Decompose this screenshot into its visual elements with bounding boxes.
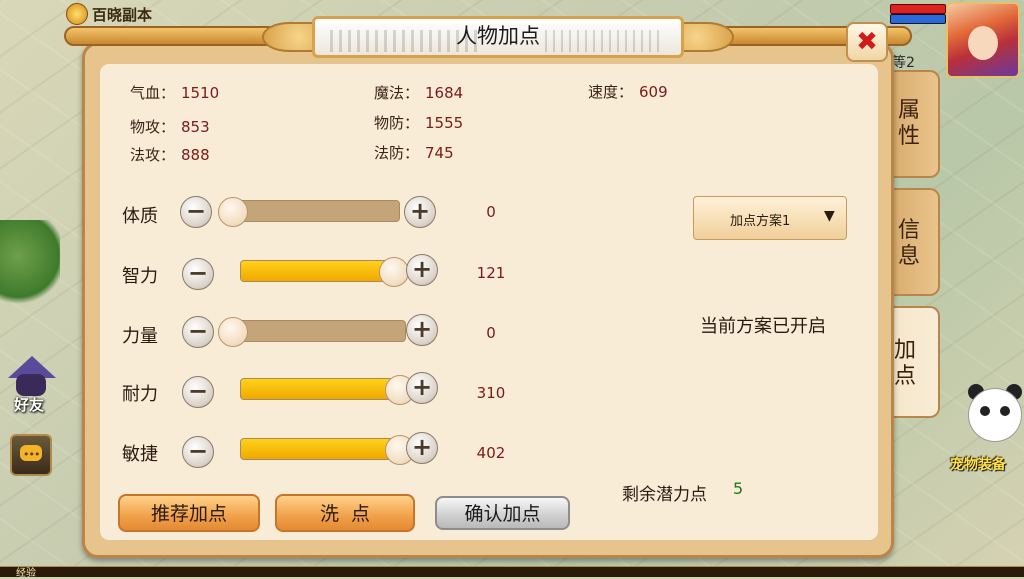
attr-strength-slider-track[interactable] <box>226 320 406 342</box>
panda-eye <box>1000 406 1010 416</box>
minus-icon: − <box>187 437 209 465</box>
attr-agility-label: 敏捷 <box>122 444 158 465</box>
stat-magic-defense-label: 法防： <box>374 144 420 162</box>
friend-avatar-icon <box>16 374 46 396</box>
attr-strength-label: 力量 <box>122 326 158 347</box>
reset-points-button[interactable]: 洗 点 <box>275 494 415 532</box>
attr-strength-minus-button[interactable]: − <box>182 316 214 348</box>
chat-button[interactable]: ••• <box>10 434 52 476</box>
attr-intelligence-minus-button[interactable]: − <box>182 258 214 290</box>
stat-hp: 气血： 1510 <box>130 82 219 103</box>
minus-icon: − <box>187 259 209 287</box>
cloud-ornament-left <box>262 22 316 52</box>
attr-intelligence-value: 121 <box>476 264 506 282</box>
stat-physical-defense-value: 1555 <box>425 114 464 132</box>
player-mp-bar <box>890 14 946 24</box>
attr-agility-slider-fill <box>241 439 403 459</box>
close-button[interactable]: ✖ <box>846 22 888 62</box>
attr-endurance-slider-fill <box>241 379 403 399</box>
attr-constitution-label: 体质 <box>122 206 158 227</box>
pet-equipment-label[interactable]: 宠物装备 <box>950 454 1006 474</box>
dungeon-label: 百晓副本 <box>92 5 153 24</box>
plus-icon: + <box>409 197 431 225</box>
point-plan-selected: 加点方案1 <box>730 214 791 229</box>
attr-endurance-label: 耐力 <box>122 384 158 405</box>
panda-body <box>968 388 1022 442</box>
remaining-points-label: 剩余潜力点 <box>622 485 707 505</box>
stat-physical-attack-value: 853 <box>181 118 210 136</box>
attr-constitution-plus-button[interactable]: + <box>404 196 436 228</box>
attr-endurance-slider-track[interactable] <box>240 378 404 400</box>
remaining-points-value: 5 <box>733 479 744 498</box>
stat-magic-attack-value: 888 <box>181 146 210 164</box>
dropdown-triangle-icon: ▼ <box>824 208 835 224</box>
stat-magic-defense-value: 745 <box>425 144 454 162</box>
attr-agility-value: 402 <box>476 444 506 462</box>
experience-bar <box>0 566 1024 577</box>
attr-constitution-slider-knob[interactable] <box>218 197 248 227</box>
minus-icon: − <box>185 197 207 225</box>
point-plan-dropdown[interactable]: 加点方案1 ▼ <box>693 196 847 240</box>
stat-physical-defense-label: 物防： <box>374 114 420 132</box>
attr-constitution-minus-button[interactable]: − <box>180 196 212 228</box>
attr-intelligence-slider-knob[interactable] <box>379 257 409 287</box>
friends-button[interactable]: 好友 <box>2 356 60 416</box>
player-level: 等2 <box>892 55 915 71</box>
stat-physical-attack-label: 物攻： <box>130 118 176 136</box>
panda-eye <box>980 406 990 416</box>
stat-mp-label: 魔法： <box>374 84 420 102</box>
stat-hp-value: 1510 <box>181 84 220 102</box>
attr-endurance-value: 310 <box>476 384 506 402</box>
attr-intelligence-label: 智力 <box>122 266 158 287</box>
player-avatar[interactable] <box>946 2 1020 78</box>
panel-title: 人物加点 <box>456 24 540 48</box>
stat-mp-value: 1684 <box>425 84 464 102</box>
plan-status-text: 当前方案已开启 <box>700 316 826 337</box>
experience-label: 经验 <box>16 568 36 579</box>
minus-icon: − <box>187 317 209 345</box>
attr-strength-plus-button[interactable]: + <box>406 314 438 346</box>
friends-label: 好友 <box>14 396 45 414</box>
confirm-points-button[interactable]: 确认加点 <box>435 496 570 530</box>
attr-agility-minus-button[interactable]: − <box>182 436 214 468</box>
stat-magic-attack: 法攻： 888 <box>130 144 210 165</box>
stat-physical-attack: 物攻： 853 <box>130 116 210 137</box>
cloud-ornament-right <box>680 22 734 52</box>
stat-physical-defense: 物防： 1555 <box>374 112 463 133</box>
attr-intelligence-slider-track[interactable] <box>240 260 398 282</box>
attr-agility-slider-track[interactable] <box>240 438 404 460</box>
avatar-face <box>968 26 998 60</box>
stat-speed-label: 速度： <box>588 83 634 101</box>
close-x-icon: ✖ <box>856 27 878 57</box>
attr-endurance-plus-button[interactable]: + <box>406 372 438 404</box>
plus-icon: + <box>411 315 433 343</box>
plus-icon: + <box>411 255 433 283</box>
stat-magic-defense: 法防： 745 <box>374 142 454 163</box>
tree-decoration <box>0 220 60 310</box>
panel-content-area <box>99 63 879 541</box>
stat-hp-label: 气血： <box>130 84 176 102</box>
stat-speed: 速度： 609 <box>588 81 668 102</box>
recommend-points-button[interactable]: 推荐加点 <box>118 494 260 532</box>
chat-dots-icon: ••• <box>23 448 40 461</box>
gourd-icon <box>66 3 88 25</box>
minus-icon: − <box>187 377 209 405</box>
stat-magic-attack-label: 法攻： <box>130 146 176 164</box>
player-hp-bar <box>890 4 946 14</box>
plus-icon: + <box>411 433 433 461</box>
dungeon-entry[interactable]: 百晓副本 <box>66 2 152 26</box>
attr-intelligence-plus-button[interactable]: + <box>406 254 438 286</box>
attr-endurance-minus-button[interactable]: − <box>182 376 214 408</box>
attr-constitution-value: 0 <box>486 203 496 221</box>
attr-agility-plus-button[interactable]: + <box>406 432 438 464</box>
attr-strength-value: 0 <box>486 324 496 342</box>
stat-mp: 魔法： 1684 <box>374 82 463 103</box>
attr-intelligence-slider-fill <box>241 261 397 281</box>
plus-icon: + <box>411 373 433 401</box>
attr-constitution-slider-track[interactable] <box>226 200 400 222</box>
attr-strength-slider-knob[interactable] <box>218 317 248 347</box>
stat-speed-value: 609 <box>639 83 668 101</box>
pet-panda-icon[interactable] <box>962 378 1024 448</box>
